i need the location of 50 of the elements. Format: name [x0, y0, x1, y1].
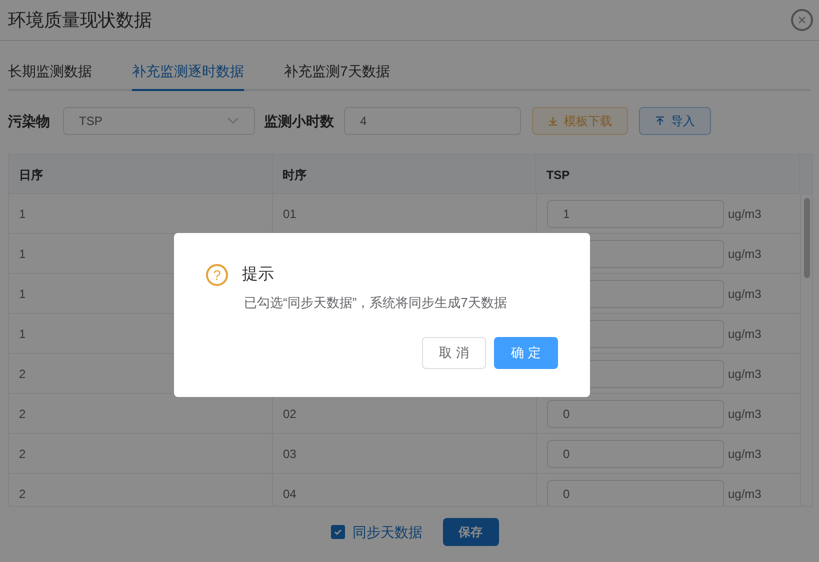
- column-header: TSP: [546, 166, 570, 184]
- table-cell-text: 1: [19, 286, 26, 302]
- message-title: 提示: [242, 265, 274, 285]
- table-cell-text: 01: [283, 206, 296, 222]
- unit-label: ug/m3: [728, 406, 762, 422]
- import-button[interactable]: 导入: [639, 107, 711, 135]
- unit-label: ug/m3: [728, 366, 762, 382]
- cancel-button[interactable]: 取 消: [422, 336, 486, 368]
- question-icon: ?: [206, 264, 228, 286]
- table-cell-text: 1: [19, 246, 26, 262]
- value-input[interactable]: 0: [547, 400, 724, 428]
- download-icon: [548, 116, 558, 126]
- table-cell-text: 1: [19, 326, 26, 342]
- table-cell-text: 02: [283, 406, 296, 422]
- unit-label: ug/m3: [728, 206, 762, 222]
- value-input[interactable]: 0: [547, 480, 724, 506]
- checkbox[interactable]: [330, 525, 344, 539]
- value-input[interactable]: 1: [547, 200, 724, 228]
- message-text: 已勾选“同步天数据”，系统将同步生成7天数据: [244, 294, 508, 312]
- table-cell-text: 03: [283, 446, 296, 462]
- tab[interactable]: 长期监测数据: [8, 53, 92, 91]
- check-icon: [332, 527, 342, 537]
- dialog-title: 环境质量现状数据: [8, 8, 152, 32]
- scrollbar-thumb[interactable]: [804, 198, 810, 278]
- table-cell-text: 2: [19, 406, 26, 422]
- table-cell-text: 1: [19, 206, 26, 222]
- confirm-button[interactable]: 确 定: [494, 336, 558, 368]
- field-label: 监测小时数: [264, 112, 334, 130]
- table-cell-text: 2: [19, 446, 26, 462]
- close-button[interactable]: ×: [791, 9, 813, 31]
- chevron-icon: [227, 117, 239, 125]
- column-header: 日序: [19, 166, 43, 184]
- value-input[interactable]: 0: [547, 440, 724, 468]
- tab[interactable]: 补充监测逐时数据: [132, 53, 244, 91]
- unit-label: ug/m3: [728, 286, 762, 302]
- unit-label: ug/m3: [728, 446, 762, 462]
- unit-label: ug/m3: [728, 486, 762, 502]
- pollutant-select[interactable]: TSP: [63, 107, 255, 135]
- upload-icon: [655, 116, 665, 126]
- unit-label: ug/m3: [728, 246, 762, 262]
- field-label: 污染物: [8, 112, 50, 130]
- table-cell-text: 2: [19, 366, 26, 382]
- table-cell-text: 04: [283, 486, 296, 502]
- checkbox-label: 同步天数据: [352, 522, 422, 542]
- tab[interactable]: 补充监测7天数据: [284, 53, 390, 91]
- save-button[interactable]: 保存: [442, 518, 498, 546]
- unit-label: ug/m3: [728, 326, 762, 342]
- column-header: 时序: [282, 166, 307, 184]
- table-cell-text: 2: [19, 486, 26, 502]
- hours-input[interactable]: 4: [344, 107, 521, 135]
